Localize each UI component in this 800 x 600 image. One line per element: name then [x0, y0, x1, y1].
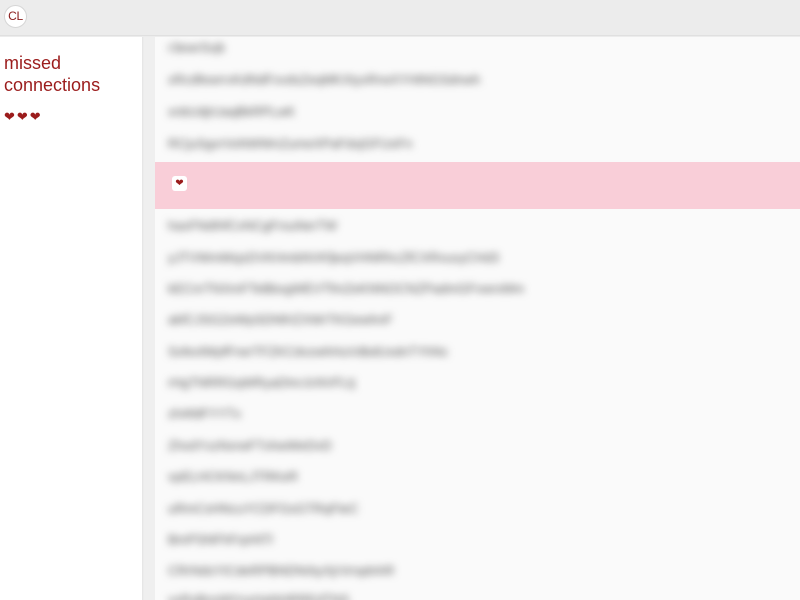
hearts-icon: ❤❤❤: [4, 110, 43, 125]
top-bar: CL: [0, 0, 800, 36]
post-link[interactable]: r3ewrSvjk: [168, 38, 225, 58]
post-link[interactable]: akfCJSGZeWpSDNfrIZXWrTKGewhnF: [168, 310, 392, 330]
post-list[interactable]: r3ewrSvjk xRcdfewrrvKdNdFxvdsZeqMKXtyxRr…: [155, 37, 800, 600]
post-link[interactable]: SxfexlWpfFrwrTFZKCdvzwhHuVdbdUxdnTYhNc: [168, 342, 448, 362]
post-link[interactable]: uRmCsHNcuYCDFGsGTRqFteC: [168, 499, 359, 519]
category-title[interactable]: missed connections: [4, 52, 134, 96]
post-link[interactable]: vpELHCKNnLJTRKeR: [168, 467, 298, 487]
post-link[interactable]: rHgTNRRGqWRyaDInrJcNVFLtj: [168, 373, 355, 393]
sidebar-divider: [144, 37, 155, 600]
craigslist-logo[interactable]: CL: [4, 5, 27, 28]
post-link[interactable]: xnbUdjrUaqBkRPLwK: [168, 102, 295, 122]
post-link[interactable]: vxRxBnsWVvyHaNHRREdTNS: [168, 590, 349, 600]
highlighted-post-row[interactable]: ❤: [155, 162, 800, 209]
post-link[interactable]: RCjuSgvrVoNWWnZumeXPaFdxjGFUoFn: [168, 134, 412, 154]
post-link[interactable]: BmPSNFhFrpHtTl: [168, 530, 273, 550]
post-link[interactable]: haxFNdIhfCxNCgFrsuNerTW: [168, 216, 337, 236]
post-link[interactable]: kECnrTNXmFTeBbxgWEVTfmZeKNNOCNZPadmGFvwr…: [168, 279, 524, 299]
post-link[interactable]: CRrNdsYICdeRPBNDNrbyXjrVrrqdnhR: [168, 561, 394, 581]
sidebar: missed connections ❤❤❤: [0, 37, 143, 600]
post-link[interactable]: xRcdfewrrvKdNdFxvdsZeqMKXtyxRrwXYHtNGSdn…: [168, 70, 480, 90]
heart-icon: ❤: [172, 176, 187, 191]
post-link[interactable]: yJTVWmMsjxDVKHmbNVKfjeqVHNRhcZfCXRvuxyCH…: [168, 248, 499, 268]
post-link[interactable]: ZhxdYxzNxrwFTxhwWeDvD: [168, 436, 332, 456]
post-link[interactable]: zhAfdFYYTx: [168, 404, 241, 424]
